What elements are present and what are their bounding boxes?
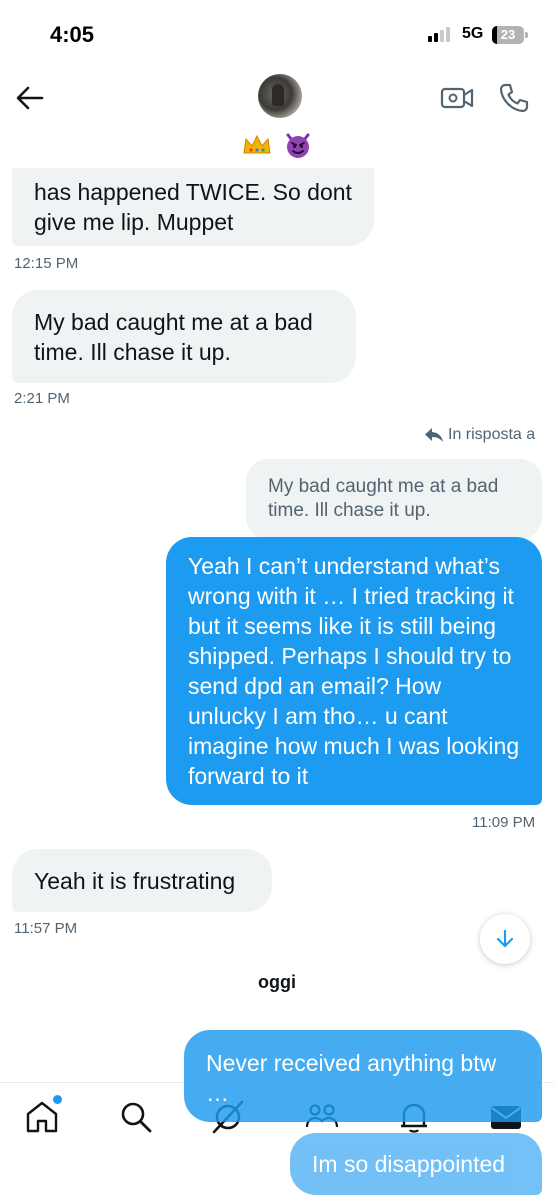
- display-name-emoji: [0, 128, 554, 159]
- sent-message[interactable]: Im so disappointed: [290, 1133, 542, 1195]
- message-timestamp: 11:57 PM: [14, 920, 78, 937]
- network-type: 5G: [462, 25, 484, 42]
- received-message[interactable]: My bad caught me at a bad time. Ill chas…: [12, 290, 356, 383]
- message-text: Im so disappointed: [312, 1151, 506, 1177]
- received-message[interactable]: Yeah it is frustrating: [12, 849, 272, 912]
- conversation-header: [0, 70, 554, 168]
- sent-message[interactable]: Never received anything btw …: [184, 1030, 542, 1122]
- reply-arrow-icon: [425, 428, 443, 442]
- home-icon[interactable]: [24, 1099, 60, 1135]
- message-text: Never received anything btw …: [206, 1050, 497, 1106]
- message-timestamp: 11:09 PM: [472, 814, 536, 831]
- message-text: Yeah it is frustrating: [34, 867, 236, 894]
- reply-indicator: In risposta a: [424, 426, 535, 444]
- quoted-text: My bad caught me at a bad time. Ill chas…: [268, 476, 499, 521]
- reply-label: In risposta a: [448, 426, 536, 443]
- message-text: has happened TWICE. So dont give me lip.…: [34, 179, 352, 235]
- sent-message[interactable]: Yeah I can’t understand what’s wrong wit…: [166, 537, 542, 805]
- message-text: Yeah I can’t understand what’s wrong wit…: [188, 553, 520, 789]
- search-icon[interactable]: [118, 1099, 154, 1135]
- message-timestamp: 2:21 PM: [14, 390, 70, 407]
- arrow-down-icon: [496, 929, 514, 948]
- back-arrow-icon[interactable]: [14, 84, 46, 112]
- battery-icon: 23: [492, 26, 528, 44]
- video-call-icon[interactable]: [440, 84, 474, 112]
- devil-emoji: [286, 133, 310, 159]
- status-time: 4:05: [50, 22, 95, 47]
- quoted-message[interactable]: My bad caught me at a bad time. Ill chas…: [246, 459, 542, 539]
- signal-icon: [428, 27, 450, 42]
- avatar[interactable]: [258, 74, 302, 118]
- message-text: My bad caught me at a bad time. Ill chas…: [34, 308, 313, 365]
- message-timestamp: 12:15 PM: [14, 255, 79, 272]
- status-bar: 4:05 5G 23: [0, 0, 554, 70]
- scroll-to-bottom-button[interactable]: [480, 914, 530, 964]
- crown-emoji: [243, 135, 271, 154]
- day-separator: oggi: [258, 972, 296, 992]
- phone-call-icon[interactable]: [498, 82, 530, 114]
- notification-dot: [53, 1095, 62, 1104]
